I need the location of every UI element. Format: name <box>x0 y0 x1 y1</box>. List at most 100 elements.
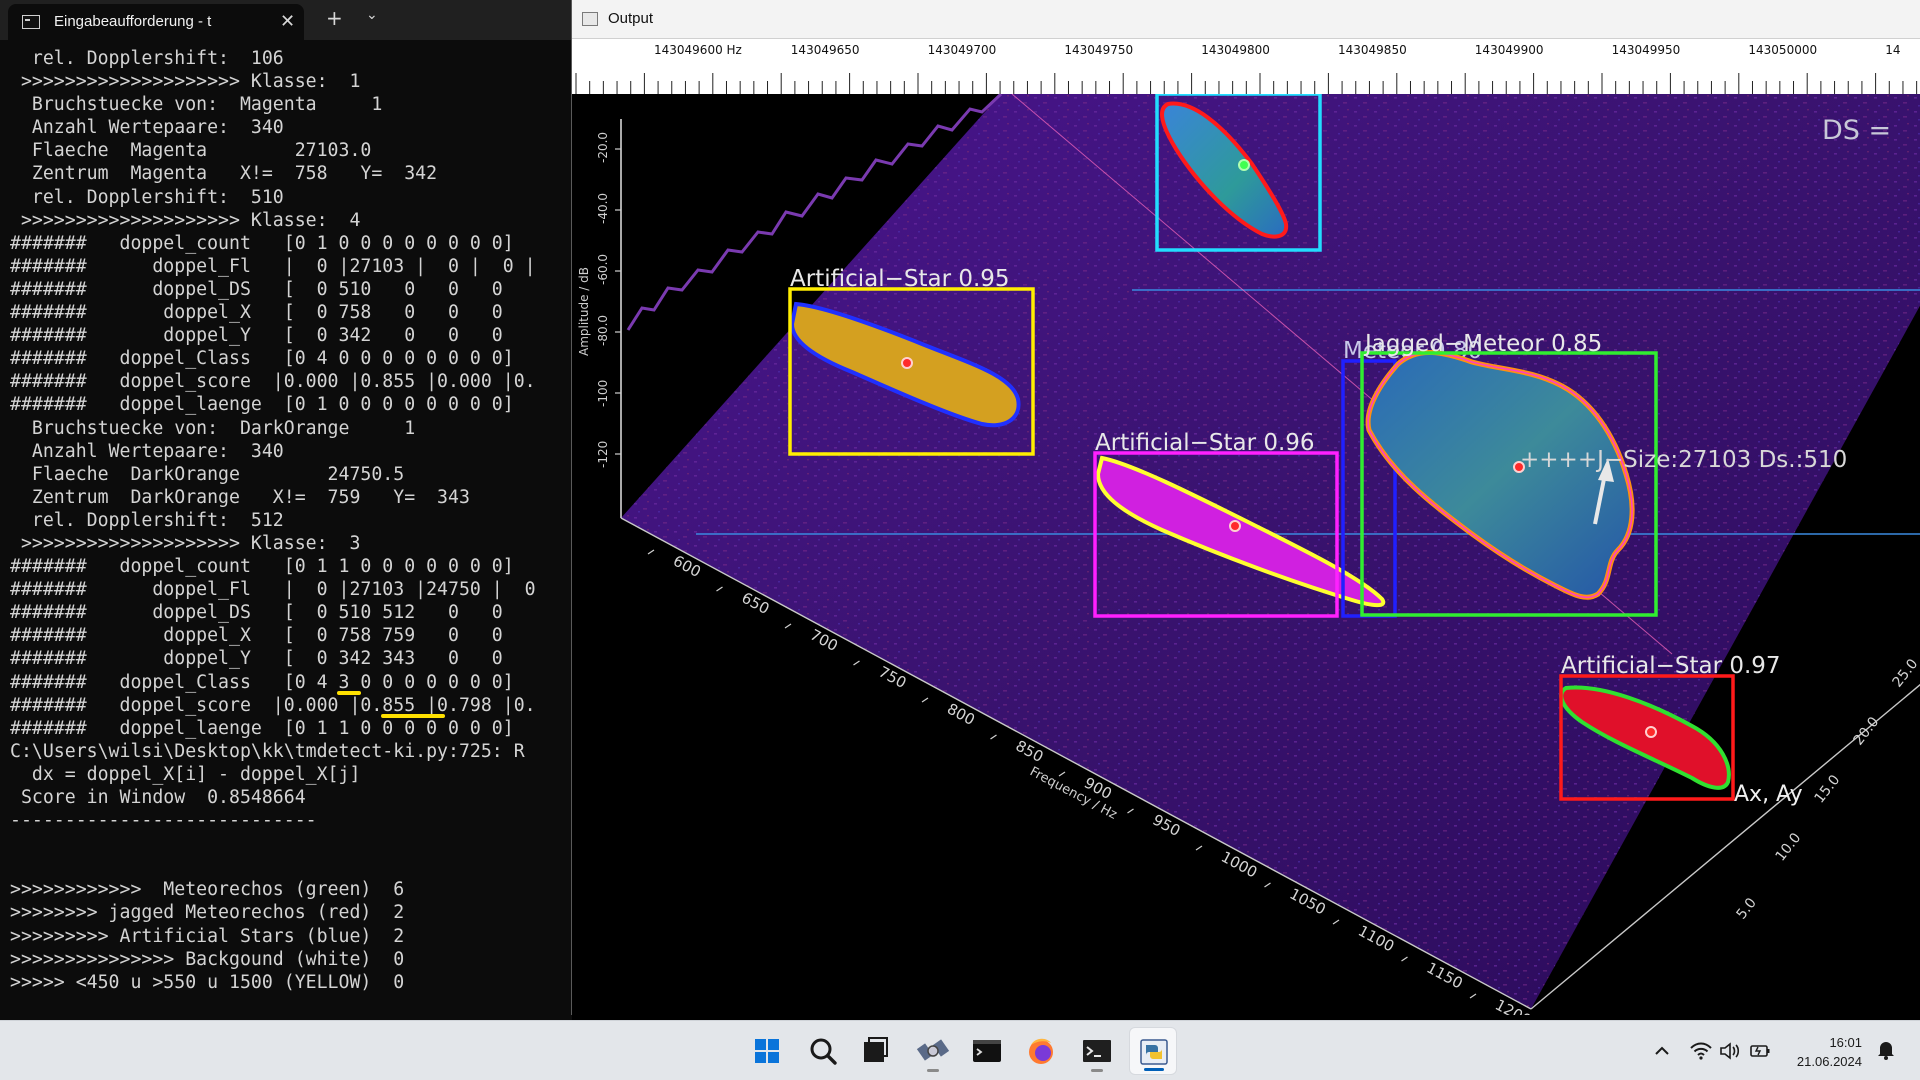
centroid-dot <box>1645 726 1657 738</box>
terminal-line: Score in Window 0.8548664 <box>10 787 306 808</box>
ruler-label: 14 <box>1885 43 1900 57</box>
satellite-app-icon <box>916 1039 950 1061</box>
terminal-line: >>>>>>>>>>>>>>>>>>>> Klasse: 3 <box>10 532 361 554</box>
task-view-icon <box>864 1037 888 1062</box>
detection-label: Artificial−Star 0.96 <box>1095 430 1315 456</box>
terminal-line: ####### doppel_DS [ 0 510 0 0 0 <box>10 278 503 300</box>
terminal-line: ####### doppel_Class [0 4 0 0 0 0 0 0 0 … <box>10 348 514 370</box>
amplitude-tick-label: -20.0 <box>596 132 610 163</box>
running-indicator <box>1091 1069 1103 1072</box>
terminal-line: ####### doppel_score |0.000 |0.855 |0.79… <box>10 694 536 716</box>
centroid-dot <box>1229 520 1241 532</box>
highlight-underline <box>337 691 361 695</box>
satellite-app-button[interactable] <box>909 1027 957 1075</box>
terminal-line: ####### doppel_Y [ 0 342 343 0 0 <box>10 648 503 670</box>
ruler-label: 143049750 <box>1064 43 1133 57</box>
detection-label: Artificial−Star 0.97 <box>1561 653 1781 679</box>
battery-icon[interactable] <box>1749 1041 1773 1061</box>
frequency-tick <box>1401 956 1408 962</box>
firefox-button[interactable] <box>1017 1027 1065 1075</box>
terminal-line: >>>>>>>>>>>>>>>>>>>> Klasse: 1 <box>10 71 361 93</box>
terminal-line: >>>>> <450 u >550 u 1500 (YELLOW) 0 <box>10 971 405 993</box>
terminal-icon <box>973 1040 1001 1062</box>
right-axis-tick-label: 15.0 <box>1812 772 1844 806</box>
terminal-line: Bruchstuecke von: Magenta 1 <box>10 94 383 116</box>
ruler-label: 143050000 <box>1748 43 1817 57</box>
terminal-line: ####### doppel_DS [ 0 510 512 0 0 <box>10 602 503 624</box>
terminal-line: ####### doppel_laenge [0 1 0 0 0 0 0 0 0… <box>10 394 514 416</box>
terminal-output[interactable]: rel. Dopplershift: 106 >>>>>>>>>>>>>>>>>… <box>10 47 572 994</box>
python-button[interactable] <box>1129 1027 1177 1075</box>
new-tab-icon[interactable]: + <box>326 6 343 30</box>
ruler-label: 143049950 <box>1612 43 1681 57</box>
frequency-tick <box>716 586 723 592</box>
close-tab-icon[interactable]: ✕ <box>280 11 295 32</box>
right-axis-tick-label: 5.0 <box>1734 895 1760 922</box>
amplitude-tick-label: -40.0 <box>596 193 610 224</box>
clock-date: 21.06.2024 <box>1796 1054 1862 1069</box>
ruler-label: 143049600 Hz <box>654 43 742 57</box>
terminal-line: >>>>>>>>> Artificial Stars (blue) 2 <box>10 925 405 947</box>
ruler-label: 143049800 <box>1201 43 1270 57</box>
terminal-line: Bruchstuecke von: DarkOrange 1 <box>10 417 416 439</box>
amplitude-axis: -20.0 -40.0 -60.0 -80.0 -100 -120 Amplitude / … <box>577 119 622 518</box>
terminal-line: rel. Dopplershift: 510 <box>10 186 284 208</box>
terminal-line: dx = doppel_X[i] - doppel_X[j] <box>10 763 361 785</box>
firefox-icon <box>1029 1038 1053 1064</box>
detection-label: Artificial−Star 0.95 <box>790 266 1010 292</box>
desktop: Eingabeaufforderung - t ✕ + ⌄ rel. Doppl… <box>0 0 1920 1080</box>
running-indicator <box>927 1069 939 1072</box>
right-axis-tick-label: 20.0 <box>1851 714 1883 748</box>
highlight-underline <box>381 714 445 718</box>
clock[interactable]: 16:01 21.06.2024 <box>1797 1033 1862 1071</box>
frequency-tick <box>921 697 929 703</box>
terminal-tab-title: Eingabeaufforderung - t <box>54 13 212 30</box>
terminal-line: ####### doppel_X [ 0 758 759 0 0 <box>10 625 503 647</box>
ruler-label: 143049900 <box>1475 43 1544 57</box>
search-button[interactable] <box>799 1027 847 1075</box>
right-axis-tick-label: 25.0 <box>1890 656 1920 690</box>
frequency-tick <box>1195 845 1203 851</box>
terminal-window[interactable]: Eingabeaufforderung - t ✕ + ⌄ rel. Doppl… <box>0 0 572 1020</box>
notification-bell-icon[interactable] <box>1874 1039 1898 1061</box>
frequency-tick <box>853 660 860 666</box>
output-title: Output <box>608 10 654 27</box>
command-prompt-button[interactable] <box>1073 1027 1121 1075</box>
output-window[interactable]: Output 143049600 Hz 143049650 143049700 143… <box>571 0 1920 1015</box>
terminal-line: Zentrum Magenta X!= 758 Y= 342 <box>10 163 438 185</box>
wifi-icon[interactable] <box>1689 1041 1713 1061</box>
terminal-line: ####### doppel_X [ 0 758 0 0 0 <box>10 302 503 324</box>
terminal-line: >>>>>>>>>>>>>>> Backgound (white) 0 <box>10 948 405 970</box>
terminal-line: Flaeche DarkOrange 24750.5 <box>10 463 405 485</box>
ds-label: DS = <box>1822 115 1891 146</box>
ruler-label: 143049850 <box>1338 43 1407 57</box>
task-view-button[interactable] <box>851 1027 899 1075</box>
terminal-line: rel. Dopplershift: 512 <box>10 509 284 531</box>
terminal-line: ---------------------------- <box>10 810 317 832</box>
taskbar: 16:01 21.06.2024 <box>0 1020 1920 1080</box>
start-button[interactable] <box>743 1027 791 1075</box>
waterfall-plot: -20.0 -40.0 -60.0 -80.0 -100 -120 Amplitude / … <box>577 94 1920 1015</box>
search-icon <box>810 1038 837 1065</box>
terminal-line: ####### doppel_count [0 1 0 0 0 0 0 0 0 … <box>10 232 514 254</box>
command-prompt-icon <box>1083 1040 1111 1062</box>
show-hidden-icons-chevron-icon[interactable] <box>1652 1041 1672 1061</box>
amplitude-tick-label: -60.0 <box>596 254 610 285</box>
chevron-down-icon[interactable]: ⌄ <box>366 7 378 23</box>
terminal-line: ####### doppel_Y [ 0 342 0 0 0 <box>10 325 503 347</box>
clock-time: 16:01 <box>1829 1035 1862 1050</box>
terminal-line: C:\Users\wilsi\Desktop\kk\tmdetect-ki.py… <box>10 740 525 762</box>
terminal-tab[interactable]: Eingabeaufforderung - t ✕ <box>8 4 304 40</box>
terminal-line: ####### doppel_Fl | 0 |27103 |24750 | 0 <box>10 579 536 601</box>
terminal-line: ####### doppel_Fl | 0 |27103 | 0 | 0 | <box>10 255 536 277</box>
chevron-up-icon[interactable] <box>443 1021 444 1022</box>
terminal-line: Anzahl Wertepaare: 340 <box>10 117 284 139</box>
speaker-icon[interactable] <box>1718 1041 1742 1061</box>
centroid-dot <box>901 357 913 369</box>
terminal-tab-bar: Eingabeaufforderung - t ✕ + ⌄ <box>0 0 572 40</box>
terminal-line: ####### doppel_score |0.000 |0.855 |0.00… <box>10 371 536 393</box>
terminal-button[interactable] <box>963 1027 1011 1075</box>
frequency-tick <box>1058 771 1066 777</box>
